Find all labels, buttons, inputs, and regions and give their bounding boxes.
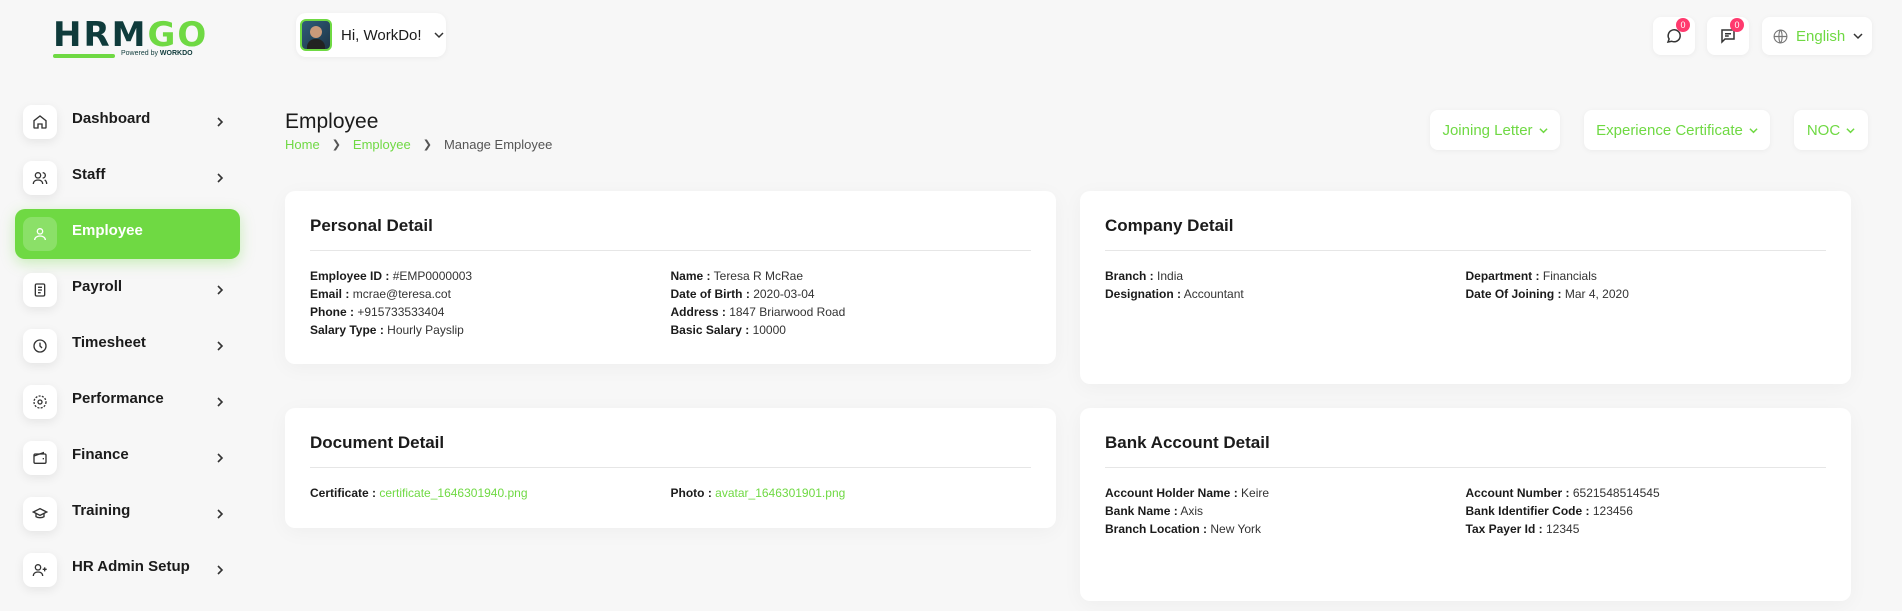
detail-row: Address : 1847 Briarwood Road	[670, 305, 846, 319]
wallet-icon	[23, 441, 57, 475]
breadcrumb-employee-link[interactable]: Employee	[353, 137, 411, 152]
avatar	[300, 19, 332, 51]
graduation-cap-icon	[23, 497, 57, 531]
breadcrumb: Home ❯ Employee ❯ Manage Employee	[285, 137, 552, 152]
globe-icon	[1773, 29, 1788, 43]
detail-row: Branch Location : New York	[1105, 522, 1262, 536]
messages-badge: 0	[1676, 18, 1690, 32]
certificate-file-link[interactable]: certificate_1646301940.png	[379, 486, 527, 500]
experience-certificate-label: Experience Certificate	[1596, 121, 1743, 139]
logo-wordmark: HRMGO	[53, 15, 209, 55]
sidebar-item-label: Finance	[72, 445, 129, 463]
card-title: Document Detail	[310, 408, 1031, 468]
joining-letter-label: Joining Letter	[1442, 121, 1533, 139]
logo-powered-by: Powered by WORKDO	[121, 50, 193, 57]
chevron-right-icon	[217, 173, 224, 183]
home-icon	[23, 105, 57, 139]
detail-row: Employee ID : #EMP0000003	[310, 269, 473, 283]
sidebar-item-label: Performance	[72, 389, 164, 407]
receipt-icon	[23, 273, 57, 307]
detail-row: Phone : +915733533404	[310, 305, 445, 319]
sidebar-item-label: Payroll	[72, 277, 123, 295]
detail-row: Designation : Accountant	[1105, 287, 1244, 301]
page-title: Employee	[285, 110, 379, 133]
sidebar-item-hr-admin-setup[interactable]: HR Admin Setup	[15, 545, 240, 595]
sidebar-item-employee[interactable]: Employee	[15, 209, 240, 259]
chevron-right-icon	[217, 565, 224, 575]
experience-certificate-button[interactable]: Experience Certificate	[1584, 110, 1770, 150]
sidebar-item-timesheet[interactable]: Timesheet	[15, 321, 240, 371]
personal-detail-card: Personal Detail Employee ID : #EMP000000…	[285, 191, 1056, 364]
breadcrumb-current: Manage Employee	[443, 137, 553, 152]
noc-label: NOC	[1806, 121, 1841, 139]
chevron-down-icon	[1538, 127, 1548, 133]
brand-logo[interactable]: HRMGO Powered by WORKDO	[53, 15, 209, 62]
chevron-right-icon: ❯	[422, 139, 432, 151]
user-plus-icon	[23, 553, 57, 587]
sidebar-item-training[interactable]: Training	[15, 489, 240, 539]
card-title: Personal Detail	[310, 191, 1031, 251]
user-menu-button[interactable]: Hi, WorkDo!	[296, 13, 446, 57]
document-detail-card: Document Detail Certificate : certificat…	[285, 408, 1056, 528]
sidebar-item-label: Staff	[72, 165, 106, 183]
detail-row: Certificate : certificate_1646301940.png	[310, 486, 528, 500]
photo-file-link[interactable]: avatar_1646301901.png	[715, 486, 845, 500]
logo-underline	[53, 54, 115, 58]
language-label: English	[1796, 27, 1846, 45]
sidebar-item-payroll[interactable]: Payroll	[15, 265, 240, 315]
detail-row: Bank Name : Axis	[1105, 504, 1204, 518]
notifications-badge: 0	[1730, 18, 1744, 32]
detail-row: Bank Identifier Code : 123456	[1465, 504, 1633, 518]
company-detail-card: Company Detail Branch : India Designatio…	[1080, 191, 1851, 384]
language-selector[interactable]: English	[1762, 17, 1872, 55]
detail-row: Date Of Joining : Mar 4, 2020	[1465, 287, 1629, 301]
card-title: Company Detail	[1105, 191, 1826, 251]
chevron-right-icon	[217, 341, 224, 351]
sidebar-item-staff[interactable]: Staff	[15, 153, 240, 203]
bank-account-detail-card: Bank Account Detail Account Holder Name …	[1080, 408, 1851, 601]
users-icon	[23, 161, 57, 195]
detail-row: Email : mcrae@teresa.cot	[310, 287, 451, 301]
performance-icon	[23, 385, 57, 419]
detail-row: Date of Birth : 2020-03-04	[670, 287, 815, 301]
chevron-right-icon	[217, 453, 224, 463]
sidebar-item-label: HR Admin Setup	[72, 557, 190, 575]
detail-row: Tax Payer Id : 12345	[1465, 522, 1580, 536]
chevron-right-icon	[217, 117, 224, 127]
chevron-down-icon	[1749, 127, 1758, 133]
sidebar-item-label: Employee	[72, 221, 143, 239]
chevron-down-icon	[434, 32, 444, 39]
detail-row: Name : Teresa R McRae	[670, 269, 804, 283]
detail-row: Photo : avatar_1646301901.png	[670, 486, 846, 500]
sidebar: Dashboard Staff Employee Payroll Timeshe…	[15, 97, 240, 601]
noc-button[interactable]: NOC	[1794, 110, 1868, 150]
chevron-down-icon	[1853, 33, 1863, 40]
user-greeting: Hi, WorkDo!	[341, 26, 422, 44]
sidebar-item-label: Timesheet	[72, 333, 146, 351]
chevron-right-icon	[217, 397, 224, 407]
user-icon	[23, 217, 57, 251]
sidebar-item-label: Training	[72, 501, 131, 519]
messages-button[interactable]: 0	[1653, 17, 1695, 55]
chevron-right-icon	[217, 285, 224, 295]
clock-icon	[23, 329, 57, 363]
detail-row: Basic Salary : 10000	[670, 323, 786, 337]
chevron-right-icon: ❯	[331, 139, 341, 151]
joining-letter-button[interactable]: Joining Letter	[1430, 110, 1560, 150]
sidebar-item-finance[interactable]: Finance	[15, 433, 240, 483]
detail-row: Department : Financials	[1465, 269, 1597, 283]
sidebar-item-label: Dashboard	[72, 109, 151, 127]
detail-row: Branch : India	[1105, 269, 1184, 283]
breadcrumb-home-link[interactable]: Home	[285, 137, 320, 152]
chevron-down-icon	[1846, 127, 1855, 133]
notifications-button[interactable]: 0	[1707, 17, 1749, 55]
detail-row: Account Number : 6521548514545	[1465, 486, 1660, 500]
chevron-right-icon	[217, 509, 224, 519]
card-title: Bank Account Detail	[1105, 408, 1826, 468]
detail-row: Account Holder Name : Keire	[1105, 486, 1270, 500]
sidebar-item-performance[interactable]: Performance	[15, 377, 240, 427]
sidebar-item-dashboard[interactable]: Dashboard	[15, 97, 240, 147]
detail-row: Salary Type : Hourly Payslip	[310, 323, 464, 337]
